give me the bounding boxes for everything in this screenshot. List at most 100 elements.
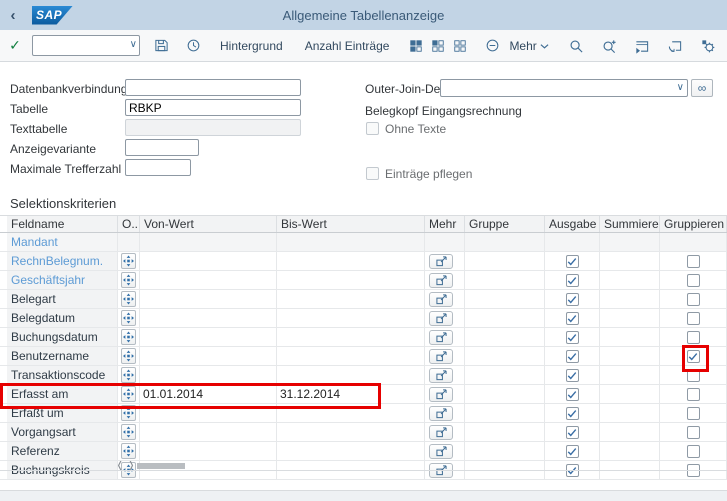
bis-wert-cell[interactable]	[277, 252, 425, 270]
deselect-all-icon[interactable]	[449, 35, 471, 57]
gruppieren-checkbox[interactable]	[687, 407, 700, 420]
gruppieren-checkbox[interactable]	[687, 331, 700, 344]
bis-wert-cell[interactable]	[277, 233, 425, 251]
ausgabe-checkbox[interactable]	[566, 369, 579, 382]
gui-settings-icon[interactable]	[697, 35, 719, 57]
ausgabe-checkbox[interactable]	[566, 407, 579, 420]
von-wert-cell[interactable]	[140, 290, 277, 308]
ausgabe-checkbox[interactable]	[566, 331, 579, 344]
gruppieren-checkbox[interactable]	[687, 426, 700, 439]
form-field-input[interactable]	[125, 79, 301, 96]
bis-wert-cell[interactable]	[277, 328, 425, 346]
more-selection-button[interactable]	[429, 273, 453, 288]
von-wert-cell[interactable]	[140, 366, 277, 384]
gruppieren-checkbox[interactable]	[687, 312, 700, 325]
multiple-selection-button[interactable]	[121, 272, 136, 288]
background-button[interactable]: Hintergrund	[214, 39, 289, 53]
bis-wert-cell[interactable]: 31.12.2014	[277, 385, 425, 403]
field-name-link[interactable]: Referenz	[7, 442, 118, 460]
bis-wert-cell[interactable]	[277, 366, 425, 384]
gruppieren-checkbox[interactable]	[687, 445, 700, 458]
bis-wert-cell[interactable]	[277, 442, 425, 460]
field-name-link[interactable]: Transaktionscode	[7, 366, 118, 384]
ausgabe-checkbox[interactable]	[566, 274, 579, 287]
multiple-selection-button[interactable]	[121, 291, 136, 307]
field-name-link[interactable]: Erfaßt um	[7, 404, 118, 422]
gruppe-cell[interactable]	[465, 347, 545, 365]
field-name-link[interactable]: Buchungsdatum	[7, 328, 118, 346]
gruppe-cell[interactable]	[465, 252, 545, 270]
enter-check-button[interactable]: ✓	[3, 37, 27, 54]
ausgabe-checkbox[interactable]	[566, 445, 579, 458]
more-selection-button[interactable]	[429, 444, 453, 459]
column-header[interactable]: Gruppe	[465, 216, 545, 232]
ausgabe-checkbox[interactable]	[566, 293, 579, 306]
multiple-selection-button[interactable]	[121, 367, 136, 383]
field-name-link[interactable]: Geschäftsjahr	[7, 271, 118, 289]
von-wert-cell[interactable]	[140, 328, 277, 346]
form-field-input[interactable]	[125, 139, 199, 156]
gruppe-cell[interactable]	[465, 233, 545, 251]
field-name-link[interactable]: Vorgangsart	[7, 423, 118, 441]
select-all-icon[interactable]	[405, 35, 427, 57]
outer-join-combobox[interactable]: ∨	[440, 79, 688, 97]
bis-wert-cell[interactable]	[277, 271, 425, 289]
multiple-selection-button[interactable]	[121, 424, 136, 440]
von-wert-cell[interactable]	[140, 233, 277, 251]
von-wert-cell[interactable]: 01.01.2014	[140, 385, 277, 403]
eintraege-pflegen-checkbox[interactable]	[366, 167, 379, 180]
gruppieren-checkbox[interactable]	[687, 293, 700, 306]
gruppe-cell[interactable]	[465, 423, 545, 441]
von-wert-cell[interactable]	[140, 423, 277, 441]
column-header[interactable]: O..	[118, 216, 140, 232]
column-header[interactable]: Bis-Wert	[277, 216, 425, 232]
von-wert-cell[interactable]	[140, 309, 277, 327]
select-block-icon[interactable]	[427, 35, 449, 57]
more-selection-button[interactable]	[429, 406, 453, 421]
field-name-link[interactable]: Belegart	[7, 290, 118, 308]
multiple-selection-button[interactable]	[121, 386, 136, 402]
multiple-selection-button[interactable]	[121, 348, 136, 364]
form-field-input[interactable]	[125, 159, 191, 176]
bis-wert-cell[interactable]	[277, 423, 425, 441]
von-wert-cell[interactable]	[140, 271, 277, 289]
more-selection-button[interactable]	[429, 292, 453, 307]
von-wert-cell[interactable]	[140, 404, 277, 422]
bis-wert-cell[interactable]	[277, 404, 425, 422]
column-header[interactable]: Mehr	[425, 216, 465, 232]
bis-wert-cell[interactable]	[277, 290, 425, 308]
back-icon[interactable]: ‹	[0, 7, 26, 24]
form-field-input[interactable]	[125, 99, 301, 116]
multiple-selection-button[interactable]	[121, 253, 136, 269]
command-input[interactable]	[32, 35, 140, 56]
von-wert-cell[interactable]	[140, 252, 277, 270]
more-selection-button[interactable]	[429, 387, 453, 402]
more-menu-button[interactable]: Mehr	[503, 39, 554, 53]
ausgabe-checkbox[interactable]	[566, 350, 579, 363]
von-wert-cell[interactable]	[140, 347, 277, 365]
gruppe-cell[interactable]	[465, 290, 545, 308]
ohne-texte-checkbox[interactable]	[366, 122, 379, 135]
gruppe-cell[interactable]	[465, 328, 545, 346]
ausgabe-checkbox[interactable]	[566, 426, 579, 439]
gruppieren-checkbox[interactable]	[687, 274, 700, 287]
multiple-selection-button[interactable]	[121, 405, 136, 421]
gruppe-cell[interactable]	[465, 385, 545, 403]
multiple-selection-button[interactable]	[121, 443, 136, 459]
more-selection-button[interactable]	[429, 368, 453, 383]
ausgabe-checkbox[interactable]	[566, 255, 579, 268]
column-header[interactable]: Gruppieren	[660, 216, 727, 232]
bis-wert-cell[interactable]	[277, 309, 425, 327]
collapse-icon[interactable]	[481, 35, 503, 57]
von-wert-cell[interactable]	[140, 442, 277, 460]
search-next-icon[interactable]	[598, 35, 620, 57]
gruppieren-checkbox[interactable]	[687, 350, 700, 363]
shortcut-window-icon[interactable]	[664, 35, 686, 57]
save-icon[interactable]	[150, 35, 172, 57]
column-header[interactable]: Feldname	[7, 216, 118, 232]
horizontal-scrollbar[interactable]: ❬❭	[0, 462, 727, 471]
bis-wert-cell[interactable]	[277, 347, 425, 365]
gruppieren-checkbox[interactable]	[687, 255, 700, 268]
field-name-link[interactable]: Benutzername	[7, 347, 118, 365]
form-field-input[interactable]	[125, 119, 301, 136]
